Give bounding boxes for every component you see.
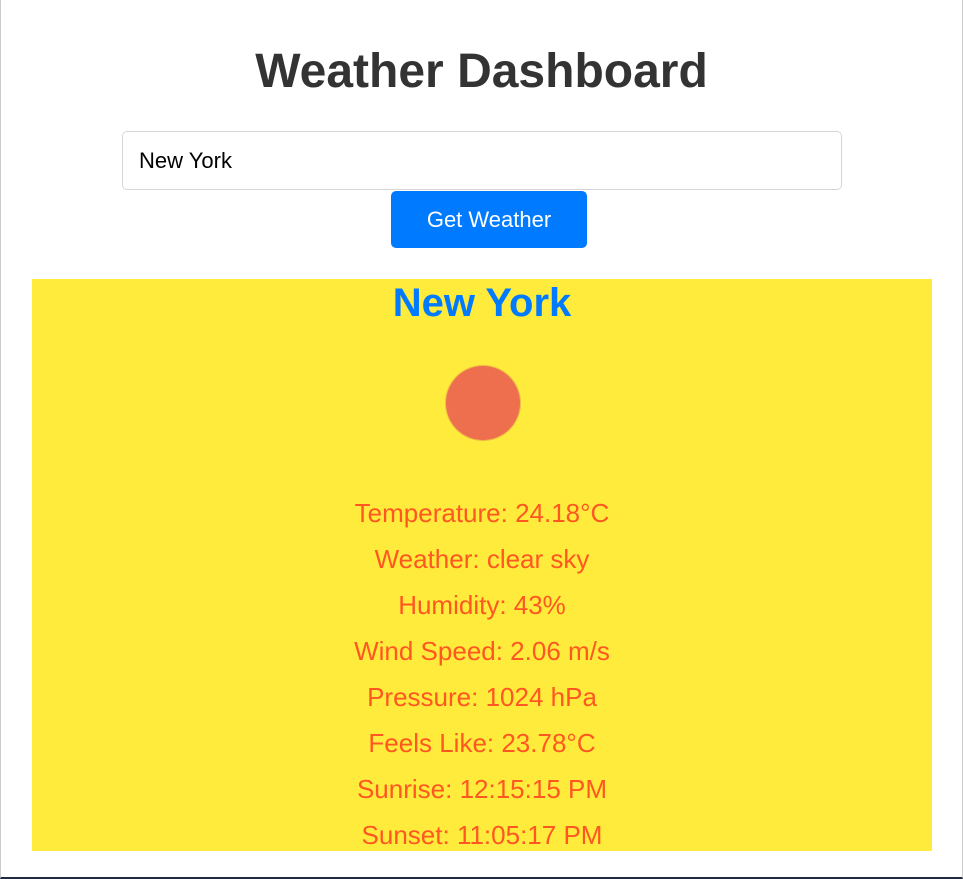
condition-detail: Weather: clear sky [374, 544, 590, 574]
get-weather-button[interactable]: Get Weather [391, 191, 587, 248]
city-search-input[interactable] [122, 131, 842, 190]
app-frame: Weather Dashboard Get Weather New York T… [0, 0, 963, 879]
feels-like-detail: Feels Like: 23.78°C [368, 728, 596, 758]
temperature-detail: Temperature: 24.18°C [354, 498, 610, 528]
pressure-detail: Pressure: 1024 hPa [367, 682, 597, 712]
sun-icon [446, 366, 520, 440]
wind-speed-detail: Wind Speed: 2.06 m/s [354, 636, 610, 666]
humidity-detail: Humidity: 43% [398, 590, 566, 620]
sunset-detail: Sunset: 11:05:17 PM [361, 820, 603, 850]
sunrise-detail: Sunrise: 12:15:15 PM [356, 774, 608, 804]
weather-details-list: Temperature: 24.18°C Weather: clear sky … [32, 490, 932, 858]
city-name: New York [392, 281, 572, 325]
weather-card: New York Temperature: 24.18°C Weather: c… [32, 279, 932, 851]
page-title: Weather Dashboard [255, 45, 708, 98]
